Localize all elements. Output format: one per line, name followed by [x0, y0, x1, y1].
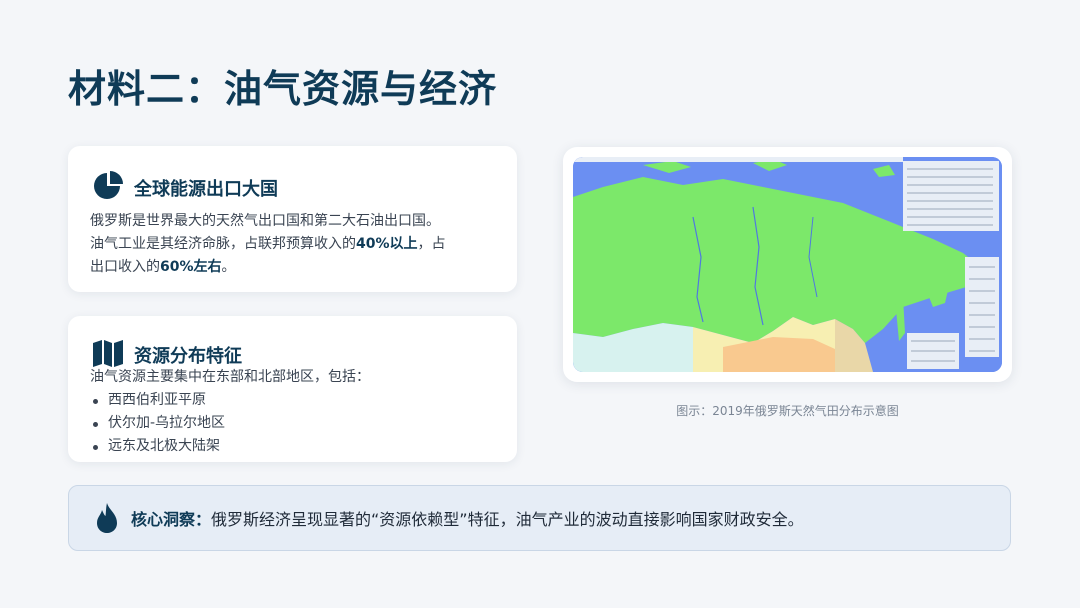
text-line: 俄罗斯是世界最大的天然气出口国和第二大石油出口国。 — [90, 213, 440, 229]
flame-icon — [95, 502, 119, 534]
map-caption: 图示：2019年俄罗斯天然气田分布示意图 — [676, 404, 899, 418]
list-item: 远东及北极大陆架 — [90, 435, 495, 458]
insight-text: 俄罗斯经济呈现显著的“资源依赖型”特征，油气产业的波动直接影响国家财政安全。 — [211, 510, 804, 529]
intro-text: 油气资源主要集中在东部和北部地区，包括： — [90, 369, 370, 385]
page-title: 材料二：油气资源与经济 — [68, 67, 498, 111]
list-item: 西西伯利亚平原 — [90, 389, 495, 412]
region-list: 西西伯利亚平原 伏尔加-乌拉尔地区 远东及北极大陆架 — [90, 389, 495, 458]
energy-export-card: 全球能源出口大国 俄罗斯是世界最大的天然气出口国和第二大石油出口国。 油气工业是… — [68, 146, 517, 292]
highlight-export-share: 60%左右 — [160, 259, 222, 275]
gas-field-map-image — [573, 157, 1002, 372]
map-card — [563, 147, 1012, 382]
card-description: 俄罗斯是世界最大的天然气出口国和第二大石油出口国。 油气工业是其经济命脉，占联邦… — [90, 210, 495, 279]
insight-banner: 核心洞察： 俄罗斯经济呈现显著的“资源依赖型”特征，油气产业的波动直接影响国家财… — [68, 485, 1011, 551]
card-header: 全球能源出口大国 — [92, 170, 278, 206]
card-title: 资源分布特征 — [134, 346, 242, 367]
list-item: 伏尔加-乌拉尔地区 — [90, 412, 495, 435]
text-line: 油气工业是其经济命脉，占联邦预算收入的40%以上，占 — [90, 236, 446, 252]
text-line: 出口收入的60%左右。 — [90, 259, 236, 275]
card-description: 油气资源主要集中在东部和北部地区，包括： 西西伯利亚平原 伏尔加-乌拉尔地区 远… — [90, 366, 495, 458]
pie-chart-icon — [92, 170, 124, 206]
insight-label: 核心洞察： — [131, 510, 212, 529]
highlight-budget-share: 40%以上 — [356, 236, 418, 252]
card-title: 全球能源出口大国 — [134, 179, 278, 200]
resource-distribution-card: 资源分布特征 油气资源主要集中在东部和北部地区，包括： 西西伯利亚平原 伏尔加-… — [68, 316, 517, 462]
